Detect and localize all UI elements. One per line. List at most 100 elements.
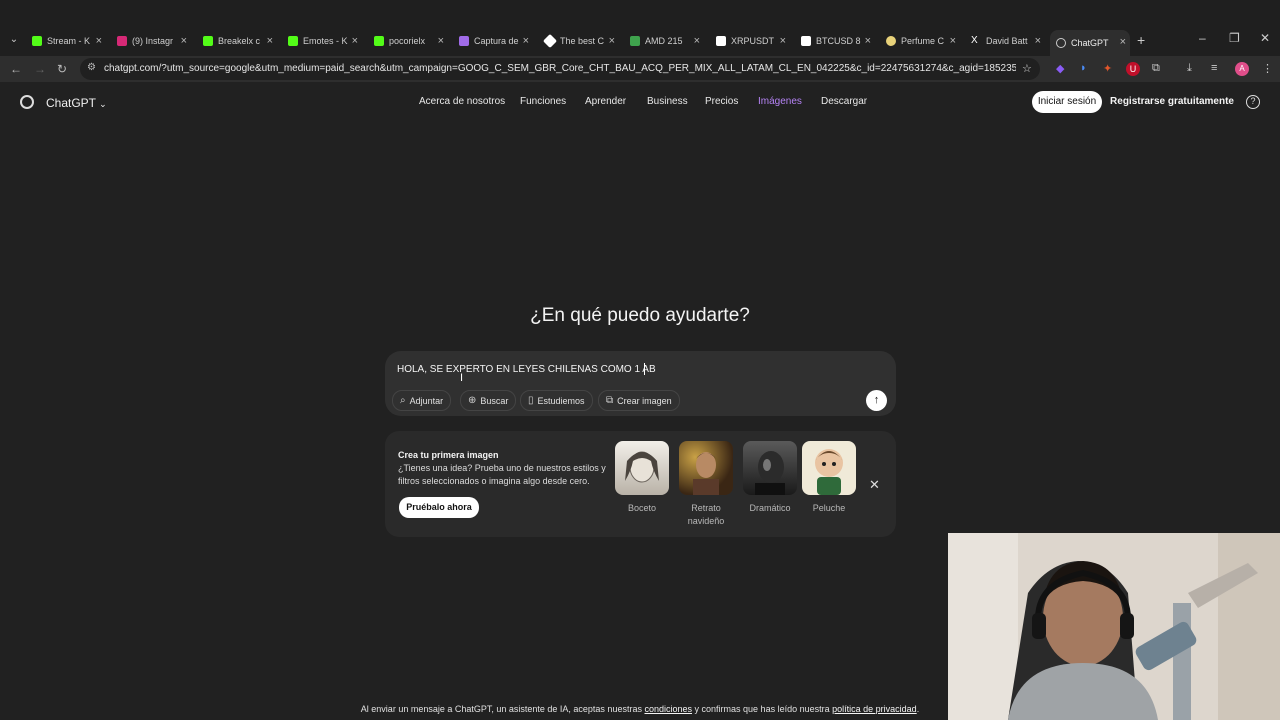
browser-tab[interactable]: Breakelx c × bbox=[203, 31, 277, 51]
close-icon[interactable]: × bbox=[523, 35, 529, 47]
nav-link[interactable]: Funciones bbox=[520, 96, 566, 107]
extension-icon[interactable]: ◗ bbox=[1080, 62, 1087, 74]
media-icon[interactable]: ≡ bbox=[1211, 62, 1217, 74]
tab-label: Captura de bbox=[474, 36, 519, 46]
puzzle-icon[interactable]: ⧉ bbox=[1152, 62, 1160, 75]
help-icon[interactable]: ? bbox=[1246, 95, 1260, 109]
signup-button[interactable]: Registrarse gratuitamente bbox=[1110, 91, 1234, 113]
browser-tab[interactable]: (9) Instagr × bbox=[117, 31, 191, 51]
book-icon: ▯ bbox=[528, 395, 534, 406]
close-icon[interactable]: × bbox=[950, 35, 956, 47]
model-selector[interactable]: ChatGPT ⌄ bbox=[46, 96, 107, 110]
menu-icon[interactable]: ⋮ bbox=[1262, 62, 1273, 75]
privacy-link[interactable]: política de privacidad bbox=[832, 704, 917, 714]
reload-icon[interactable]: ↻ bbox=[57, 62, 67, 76]
style-label: Peluche bbox=[812, 503, 846, 513]
browser-tab[interactable]: Captura de × bbox=[459, 31, 533, 51]
new-tab-icon[interactable]: + bbox=[1137, 32, 1145, 48]
christmas-portrait-image bbox=[693, 452, 719, 495]
nav-link[interactable]: Acerca de nosotros bbox=[419, 96, 505, 107]
style-thumbnail-plush[interactable] bbox=[802, 441, 856, 495]
tab-label: David Batt bbox=[986, 36, 1028, 46]
pen-icon bbox=[459, 36, 469, 46]
prompt-input[interactable]: HOLA, SE EXPERTO EN LEYES CHILENAS COMO … bbox=[397, 364, 656, 375]
button-label: Adjuntar bbox=[409, 395, 444, 406]
tab-search-icon[interactable]: ⌄ bbox=[6, 34, 22, 48]
tab-label: (9) Instagr bbox=[132, 36, 174, 46]
instagram-icon bbox=[117, 36, 127, 46]
ublock-icon[interactable]: U bbox=[1126, 62, 1140, 76]
browser-tab[interactable]: Emotes - K × bbox=[288, 31, 362, 51]
tab-label: ChatGPT bbox=[1071, 38, 1109, 48]
create-image-button[interactable]: ⧉ Crear imagen bbox=[598, 390, 680, 411]
url-text[interactable]: chatgpt.com/?utm_source=google&utm_mediu… bbox=[104, 63, 1016, 74]
close-icon[interactable]: ✕ bbox=[869, 477, 880, 493]
promo-title: Crea tu primera imagen bbox=[398, 450, 499, 460]
browser-tab[interactable]: pocorielx × bbox=[374, 31, 448, 51]
close-window-icon[interactable]: ✕ bbox=[1260, 31, 1270, 45]
extension-icon[interactable]: ◆ bbox=[1056, 62, 1064, 75]
nav-link[interactable]: Descargar bbox=[821, 96, 867, 107]
search-button[interactable]: ⊕ Buscar bbox=[460, 390, 517, 411]
close-icon[interactable]: × bbox=[96, 35, 102, 47]
browser-tab[interactable]: XRPUSDT × bbox=[716, 31, 790, 51]
close-icon[interactable]: × bbox=[865, 35, 871, 47]
site-info-icon[interactable]: ⚙ bbox=[87, 62, 96, 73]
terms-link[interactable]: condiciones bbox=[644, 704, 692, 714]
extension-icon[interactable]: ✦ bbox=[1103, 62, 1112, 75]
back-icon[interactable]: ← bbox=[10, 62, 22, 76]
chevron-down-icon: ⌄ bbox=[99, 99, 107, 109]
browser-tab[interactable]: X David Batt × bbox=[971, 31, 1045, 51]
browser-tab[interactable]: AMD 215 × bbox=[630, 31, 704, 51]
bookmark-star-icon[interactable]: ☆ bbox=[1022, 62, 1032, 75]
close-icon[interactable]: × bbox=[694, 35, 700, 47]
try-now-button[interactable]: Pruébalo ahora bbox=[399, 497, 479, 518]
browser-tab[interactable]: The best C × bbox=[542, 31, 619, 51]
close-icon[interactable]: × bbox=[780, 35, 786, 47]
chart-icon bbox=[630, 36, 640, 46]
close-icon[interactable]: × bbox=[267, 35, 273, 47]
study-button[interactable]: ▯ Estudiemos bbox=[520, 390, 593, 411]
close-icon[interactable]: × bbox=[352, 35, 358, 47]
tab-label: The best C bbox=[560, 36, 605, 46]
send-button[interactable]: ↑ bbox=[866, 390, 887, 411]
download-icon[interactable]: ⤓ bbox=[1187, 62, 1192, 75]
perfume-icon bbox=[886, 36, 896, 46]
sketch-portrait-image bbox=[625, 451, 659, 483]
tab-label: AMD 215 bbox=[645, 36, 683, 46]
style-thumbnail-dramatic[interactable] bbox=[743, 441, 797, 495]
nav-link[interactable]: Aprender bbox=[585, 96, 626, 107]
x-icon: X bbox=[971, 35, 978, 46]
close-icon[interactable]: × bbox=[438, 35, 444, 47]
tradingview-icon bbox=[801, 36, 811, 46]
browser-tab[interactable]: BTCUSD 8 × bbox=[801, 31, 875, 51]
globe-icon: ⊕ bbox=[468, 395, 477, 406]
close-icon[interactable]: × bbox=[609, 35, 615, 47]
footer-text: . bbox=[916, 704, 920, 714]
attach-button[interactable]: ⌕ Adjuntar bbox=[392, 390, 452, 411]
minimize-icon[interactable]: – bbox=[1199, 31, 1206, 45]
nav-link-active[interactable]: Imágenes bbox=[758, 96, 802, 107]
close-icon[interactable]: × bbox=[1035, 35, 1041, 47]
tab-label: Breakelx c bbox=[218, 36, 261, 46]
style-thumbnail-sketch[interactable] bbox=[615, 441, 669, 495]
browser-tab-active[interactable]: ChatGPT × bbox=[1050, 30, 1130, 56]
webcam-overlay bbox=[948, 533, 1280, 720]
login-button[interactable]: Iniciar sesión bbox=[1032, 91, 1102, 113]
arrow-up-icon: ↑ bbox=[873, 394, 880, 406]
close-icon[interactable]: × bbox=[1120, 36, 1126, 48]
browser-tab[interactable]: Stream - K × bbox=[32, 31, 106, 51]
nav-link[interactable]: Business bbox=[647, 96, 688, 107]
image-icon: ⧉ bbox=[606, 395, 614, 406]
style-thumbnail-christmas[interactable] bbox=[679, 441, 733, 495]
restore-icon[interactable]: ❐ bbox=[1229, 31, 1240, 45]
tab-label: Perfume C bbox=[901, 36, 945, 46]
nav-link[interactable]: Precios bbox=[705, 96, 738, 107]
browser-tab[interactable]: Perfume C × bbox=[886, 31, 960, 51]
tab-label: Stream - K bbox=[47, 36, 91, 46]
close-icon[interactable]: × bbox=[181, 35, 187, 47]
profile-avatar[interactable]: A bbox=[1235, 62, 1249, 76]
text-caret bbox=[644, 363, 645, 375]
forward-icon[interactable]: → bbox=[34, 62, 46, 76]
chatgpt-logo-icon[interactable] bbox=[20, 95, 34, 109]
